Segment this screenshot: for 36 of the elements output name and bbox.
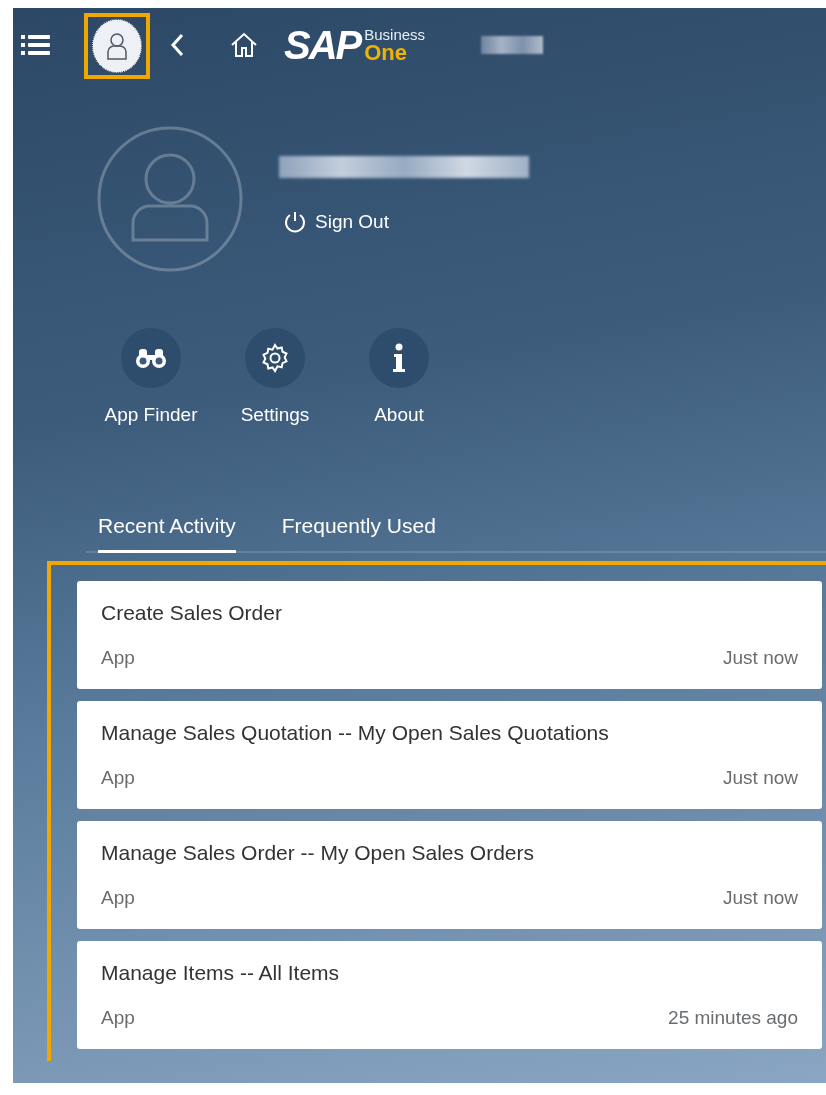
activity-card[interactable]: Manage Sales Quotation -- My Open Sales Quotations App Just now <box>77 701 822 809</box>
tab[interactable]: Frequently Used <box>281 514 436 553</box>
activity-type: App <box>101 767 135 789</box>
activity-title: Manage Items -- All Items <box>101 961 341 985</box>
action-button[interactable]: About <box>346 328 452 426</box>
activity-title: Manage Sales Order -- My Open Sales Orders <box>101 841 535 865</box>
tab[interactable]: Recent Activity <box>98 514 236 553</box>
person-icon <box>105 32 129 60</box>
blurred-system-name <box>481 36 544 54</box>
settings-icon <box>259 342 291 374</box>
power-icon <box>283 210 307 234</box>
activity-type: App <box>101 1007 135 1029</box>
activity-time: Just now <box>723 647 798 669</box>
info-icon <box>392 343 406 373</box>
activity-type: App <box>101 887 135 909</box>
logo-brand: SAP <box>284 22 361 68</box>
activity-title: Create Sales Order <box>101 601 283 625</box>
activity-time: 25 minutes ago <box>668 1007 798 1029</box>
activity-title: Manage Sales Quotation -- My Open Sales Quotations <box>101 721 610 745</box>
avatar-placeholder-icon <box>97 126 243 272</box>
activity-time: Just now <box>723 887 798 909</box>
binoculars-icon <box>135 347 167 369</box>
action-button[interactable]: Settings <box>222 328 328 426</box>
activity-card[interactable]: Create Sales Order App Just now <box>77 581 822 689</box>
back-icon[interactable] <box>170 33 184 57</box>
home-icon[interactable] <box>230 32 258 58</box>
sign-out-button[interactable]: Sign Out <box>279 210 389 234</box>
logo-text: Business <box>364 26 426 42</box>
logo-text: One <box>364 41 408 64</box>
activity-card[interactable]: Manage Items -- All Items App 25 minutes ago <box>77 941 822 1049</box>
activity-time: Just now <box>723 767 798 789</box>
menu-icon[interactable] <box>21 33 51 57</box>
activity-type: App <box>101 647 135 669</box>
user-avatar-button[interactable] <box>92 19 142 73</box>
activity-card[interactable]: Manage Sales Order -- My Open Sales Orders App Just now <box>77 821 822 929</box>
action-button[interactable]: App Finder <box>98 328 204 426</box>
